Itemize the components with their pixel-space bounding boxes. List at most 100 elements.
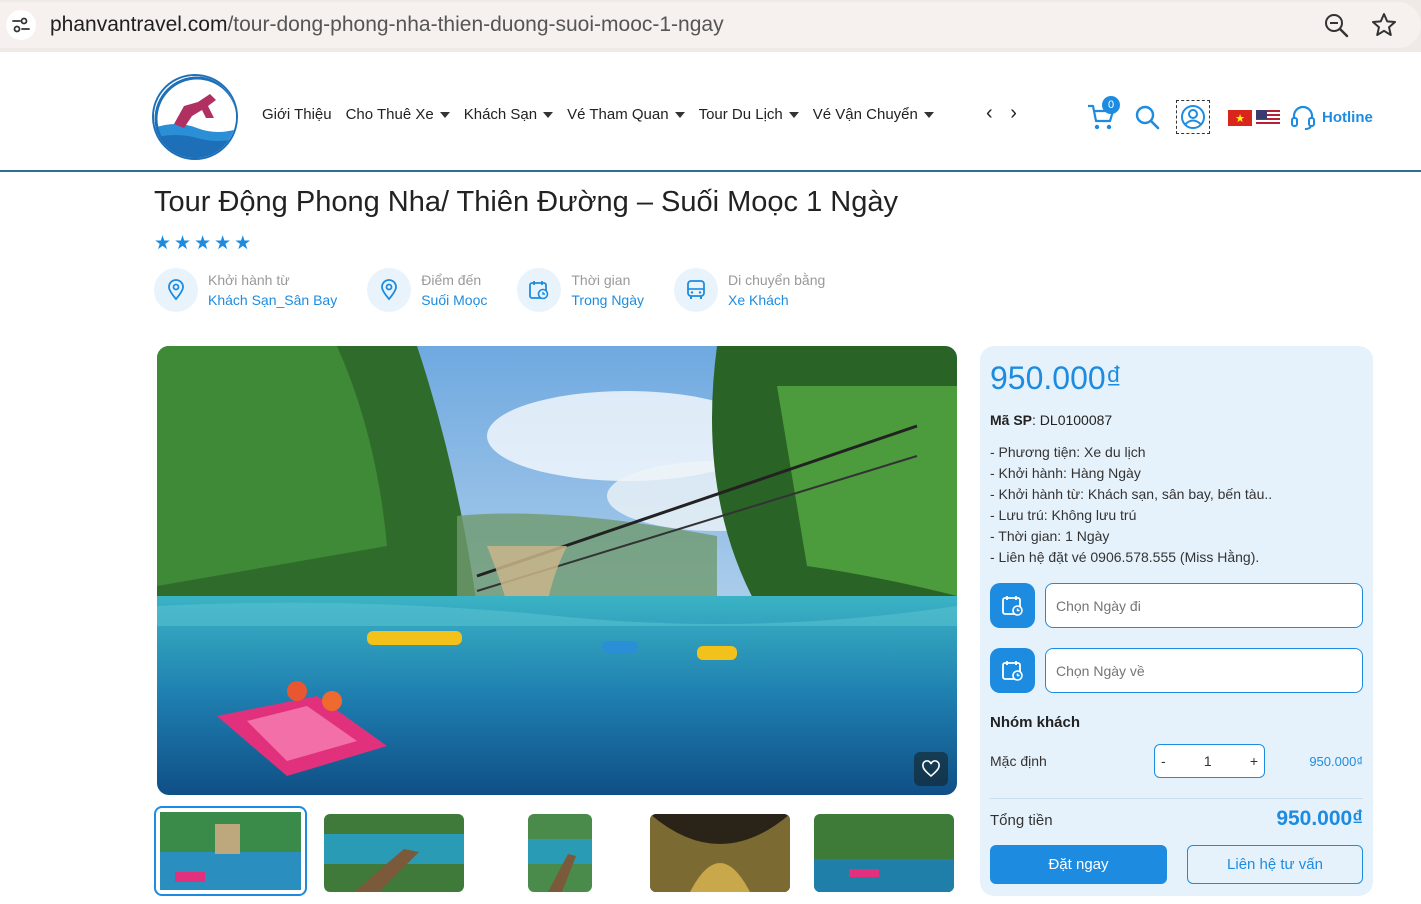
tour-info-row: Khởi hành từ Khách Sạn_Sân Bay Điểm đến Su…: [154, 268, 855, 312]
info-duration: Thời gian Trong Ngày: [517, 268, 644, 312]
divider: [990, 798, 1363, 799]
company-logo[interactable]: [152, 74, 238, 160]
main-tour-photo[interactable]: [157, 346, 957, 795]
thumbnail-5[interactable]: [814, 814, 954, 892]
thumbnail-4[interactable]: [650, 814, 790, 892]
star-icon: ★: [214, 233, 232, 254]
feature-item: - Khởi hành: Hàng Ngày: [990, 465, 1141, 481]
star-icon: ★: [194, 233, 212, 254]
info-label: Thời gian: [571, 272, 631, 288]
hotline-button[interactable]: Hotline: [1290, 104, 1373, 130]
caret-down-icon: [923, 111, 934, 118]
caret-down-icon: [439, 111, 450, 118]
quantity-plus-button[interactable]: +: [1250, 753, 1258, 769]
feature-item: - Khởi hành từ: Khách sạn, sân bay, bến …: [990, 486, 1273, 502]
calendar-clock-icon: [1001, 660, 1023, 681]
star-icon: ★: [174, 233, 192, 254]
us-flag-icon[interactable]: [1256, 110, 1280, 126]
nav-item-khach-san[interactable]: Khách Sạn: [463, 106, 554, 123]
nav-item-tour-du-lich[interactable]: Tour Du Lịch: [699, 106, 799, 123]
book-now-button[interactable]: Đặt ngay: [990, 845, 1167, 884]
return-date-input[interactable]: [1045, 648, 1363, 693]
site-header: Giới Thiệu Cho Thuê Xe Khách Sạn Vé Tham…: [0, 62, 1421, 172]
caret-down-icon: [674, 111, 685, 118]
info-value: Xe Khách: [728, 292, 789, 308]
caret-down-icon: [788, 111, 799, 118]
account-button[interactable]: [1176, 100, 1210, 134]
nav-item-ve-tham-quan[interactable]: Vé Tham Quan: [567, 106, 685, 123]
feature-item: - Phương tiện: Xe du lịch: [990, 444, 1146, 460]
star-icon: ★: [234, 233, 252, 254]
nav-label: Giới Thiệu: [262, 106, 332, 123]
info-transport: Di chuyển bằng Xe Khách: [674, 268, 825, 312]
info-destination: Điểm đến Suối Moọc: [367, 268, 487, 312]
feature-item: - Liên hệ đặt vé 0906.578.555 (Miss Hằng…: [990, 549, 1260, 565]
info-value: Trong Ngày: [571, 292, 644, 308]
vietnam-flag-icon[interactable]: ★: [1228, 110, 1252, 126]
guest-group-title: Nhóm khách: [990, 714, 1081, 731]
url-path: /tour-dong-phong-nha-thien-duong-suoi-mo…: [227, 13, 724, 36]
depart-calendar-button[interactable]: [990, 583, 1035, 628]
hotline-label: Hotline: [1322, 108, 1373, 126]
nav-item-ve-van-chuyen[interactable]: Vé Vận Chuyển: [813, 106, 934, 123]
url-text[interactable]: phanvantravel.com/tour-dong-phong-nha-th…: [50, 13, 724, 37]
caret-down-icon: [543, 111, 554, 118]
calendar-clock-icon: [517, 268, 562, 312]
nav-item-cho-thue-xe[interactable]: Cho Thuê Xe: [346, 106, 450, 123]
return-date-row: [990, 648, 1363, 694]
nav-item-gioi-thieu[interactable]: Giới Thiệu: [262, 106, 332, 123]
info-value: Khách Sạn_Sân Bay: [208, 292, 338, 308]
nav-scroll-arrows[interactable]: ‹ ›: [986, 102, 1023, 125]
user-icon: [1181, 105, 1205, 129]
heart-icon: [922, 760, 940, 778]
depart-date-row: [990, 583, 1363, 629]
search-icon[interactable]: [1134, 104, 1160, 135]
browser-address-bar: phanvantravel.com/tour-dong-phong-nha-th…: [0, 0, 1421, 52]
site-settings-icon[interactable]: [6, 10, 36, 40]
feature-item: - Thời gian: 1 Ngày: [990, 528, 1110, 544]
total-value: 950.000₫: [1276, 807, 1363, 830]
favorite-button[interactable]: [914, 752, 948, 786]
main-nav: Giới Thiệu Cho Thuê Xe Khách Sạn Vé Tham…: [262, 106, 948, 123]
nav-label: Vé Tham Quan: [567, 106, 669, 123]
info-departure: Khởi hành từ Khách Sạn_Sân Bay: [154, 268, 337, 312]
feature-item: - Lưu trú: Không lưu trú: [990, 507, 1137, 523]
guest-group-label: Mặc định: [990, 753, 1047, 769]
bus-icon: [674, 268, 718, 312]
thumbnail-3[interactable]: [528, 814, 592, 892]
feature-list: - Phương tiện: Xe du lịch - Khởi hành: H…: [990, 442, 1272, 568]
quantity-value[interactable]: 1: [1166, 753, 1250, 769]
nav-label: Vé Vận Chuyển: [812, 106, 918, 123]
product-code: Mã SP: DL0100087: [990, 412, 1112, 428]
info-label: Khởi hành từ: [208, 272, 290, 288]
quantity-stepper: - 1 +: [1154, 744, 1265, 778]
location-pin-icon: [367, 268, 412, 312]
booking-panel: 950.000₫ Mã SP: DL0100087 - Phương tiện:…: [980, 346, 1373, 896]
nav-label: Tour Du Lịch: [698, 106, 783, 123]
nav-label: Cho Thuê Xe: [345, 106, 434, 123]
sku-value: : DL0100087: [1032, 412, 1113, 428]
info-label: Điểm đến: [421, 272, 482, 288]
thumbnail-2[interactable]: [324, 814, 464, 892]
thumbnail-1[interactable]: [154, 806, 307, 896]
depart-date-input[interactable]: [1045, 583, 1363, 628]
zoom-icon[interactable]: [1322, 11, 1350, 44]
total-label: Tổng tiền: [990, 812, 1053, 829]
star-icon: ★: [154, 233, 172, 254]
rating-stars: ★ ★ ★ ★ ★: [154, 234, 251, 253]
location-pin-icon: [154, 268, 198, 312]
contact-button[interactable]: Liên hệ tư vấn: [1187, 845, 1363, 884]
url-host: phanvantravel.com: [50, 13, 228, 36]
nav-label: Khách Sạn: [463, 106, 538, 123]
return-calendar-button[interactable]: [990, 648, 1035, 693]
bookmark-star-icon[interactable]: [1370, 11, 1398, 44]
page-title: Tour Động Phong Nha/ Thiên Đường – Suối …: [154, 186, 898, 218]
cart-count-badge: 0: [1102, 96, 1120, 114]
headset-icon: [1291, 105, 1315, 130]
info-value: Suối Moọc: [421, 292, 488, 308]
guest-group-price: 950.000₫: [1309, 754, 1363, 769]
calendar-clock-icon: [1001, 595, 1023, 616]
tour-price: 950.000₫: [990, 360, 1123, 396]
sku-label: Mã SP: [990, 412, 1033, 428]
info-label: Di chuyển bằng: [728, 272, 826, 288]
